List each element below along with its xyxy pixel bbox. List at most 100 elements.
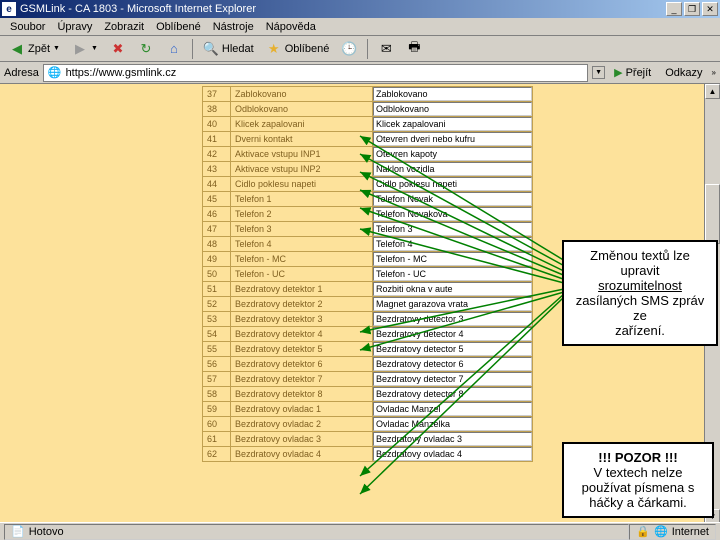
row-description: Bezdratovy ovladac 4 — [231, 447, 373, 462]
row-number: 40 — [203, 117, 231, 132]
row-input-cell: Bezdratovy detector 4 — [373, 327, 533, 342]
status-bar: 📄 Hotovo 🔒 🌐 Internet — [0, 522, 720, 540]
row-number: 57 — [203, 372, 231, 387]
text-input[interactable]: Rozbiti okna v aute — [373, 282, 532, 296]
text-input[interactable]: Odblokovano — [373, 102, 532, 116]
table-row: 46Telefon 2Telefon Novakova — [203, 207, 533, 222]
menu-soubor[interactable]: Soubor — [4, 20, 51, 34]
annotation-callout-2: !!! POZOR !!! V textech nelze používat p… — [562, 442, 714, 518]
row-input-cell: Cidlo poklesu napeti — [373, 177, 533, 192]
minimize-button[interactable]: _ — [666, 2, 682, 16]
text-input[interactable]: Telefon 4 — [373, 237, 532, 251]
globe-icon: 🌐 — [654, 525, 668, 538]
text-input[interactable]: Otevren dveri nebo kufru — [373, 132, 532, 146]
callout2-line1: V textech nelze — [574, 465, 702, 480]
row-number: 61 — [203, 432, 231, 447]
address-input[interactable]: 🌐 https://www.gsmlink.cz — [43, 64, 588, 82]
search-icon: 🔍 — [203, 41, 219, 57]
close-button[interactable]: ✕ — [702, 2, 718, 16]
text-input[interactable]: Cidlo poklesu napeti — [373, 177, 532, 191]
menu-oblibene[interactable]: Oblíbené — [150, 20, 207, 34]
row-input-cell: Klicek zapalovani — [373, 117, 533, 132]
maximize-button[interactable]: ❐ — [684, 2, 700, 16]
mail-button[interactable]: ✉ — [373, 39, 399, 59]
menu-nastroje[interactable]: Nástroje — [207, 20, 260, 34]
text-input[interactable]: Ovladac Manzel — [373, 402, 532, 416]
row-description: Bezdratovy detektor 3 — [231, 312, 373, 327]
address-dropdown[interactable]: ▼ — [592, 66, 605, 79]
row-input-cell: Bezdratovy detector 6 — [373, 357, 533, 372]
table-row: 60Bezdratovy ovladac 2Ovladac Manzelka — [203, 417, 533, 432]
search-button[interactable]: 🔍 Hledat — [198, 39, 259, 59]
table-row: 37ZablokovanoZablokovano — [203, 87, 533, 102]
back-button[interactable]: ◀ Zpět ▼ — [4, 39, 65, 59]
stop-button[interactable]: ✖ — [105, 39, 131, 59]
callout1-line3: zasílaných SMS zpráv ze — [574, 293, 706, 323]
text-input[interactable]: Telefon 3 — [373, 222, 532, 236]
home-button[interactable]: ⌂ — [161, 39, 187, 59]
table-row: 58Bezdratovy detektor 8Bezdratovy detect… — [203, 387, 533, 402]
table-row: 52Bezdratovy detektor 2Magnet garazova v… — [203, 297, 533, 312]
scroll-up-button[interactable]: ▲ — [705, 84, 720, 99]
table-row: 45Telefon 1Telefon Novak — [203, 192, 533, 207]
text-input[interactable]: Zablokovano — [373, 87, 532, 101]
row-input-cell: Bezdratovy ovladac 4 — [373, 447, 533, 462]
scroll-thumb[interactable] — [705, 184, 720, 244]
row-description: Telefon - MC — [231, 252, 373, 267]
row-number: 56 — [203, 357, 231, 372]
row-input-cell: Telefon Novakova — [373, 207, 533, 222]
row-description: Cidlo poklesu napeti — [231, 177, 373, 192]
table-row: 48Telefon 4Telefon 4 — [203, 237, 533, 252]
row-number: 45 — [203, 192, 231, 207]
table-row: 38OdblokovanoOdblokovano — [203, 102, 533, 117]
home-icon: ⌂ — [166, 41, 182, 57]
text-input[interactable]: Magnet garazova vrata — [373, 297, 532, 311]
forward-button[interactable]: ▶ ▼ — [67, 39, 103, 59]
text-input[interactable]: Bezdratovy detector 6 — [373, 357, 532, 371]
text-input[interactable]: Bezdratovy ovladac 3 — [373, 432, 532, 446]
row-description: Bezdratovy detektor 4 — [231, 327, 373, 342]
go-button[interactable]: ▶ Přejít — [609, 65, 656, 80]
links-button[interactable]: Odkazy — [660, 66, 707, 80]
print-button[interactable]: 🖶 — [401, 39, 427, 59]
row-input-cell: Magnet garazova vrata — [373, 297, 533, 312]
menu-napoveda[interactable]: Nápověda — [260, 20, 322, 34]
row-description: Zablokovano — [231, 87, 373, 102]
lock-icon: 🔒 — [636, 525, 650, 538]
history-button[interactable]: 🕒 — [336, 39, 362, 59]
row-number: 53 — [203, 312, 231, 327]
row-input-cell: Bezdratovy detector 5 — [373, 342, 533, 357]
refresh-icon: ↻ — [138, 41, 154, 57]
text-input[interactable]: Bezdratovy detector 3 — [373, 312, 532, 326]
left-column — [0, 84, 200, 524]
menu-zobrazit[interactable]: Zobrazit — [98, 20, 150, 34]
separator — [367, 39, 368, 59]
text-input[interactable]: Ovladac Manzelka — [373, 417, 532, 431]
text-input[interactable]: Bezdratovy detector 8 — [373, 387, 532, 401]
row-input-cell: Telefon - UC — [373, 267, 533, 282]
text-input[interactable]: Telefon - UC — [373, 267, 532, 281]
text-input[interactable]: Klicek zapalovani — [373, 117, 532, 131]
menu-upravy[interactable]: Úpravy — [51, 20, 98, 34]
row-number: 38 — [203, 102, 231, 117]
row-input-cell: Zablokovano — [373, 87, 533, 102]
refresh-button[interactable]: ↻ — [133, 39, 159, 59]
text-input[interactable]: Telefon Novak — [373, 192, 532, 206]
text-input[interactable]: Otevren kapoty — [373, 147, 532, 161]
text-input[interactable]: Bezdratovy ovladac 4 — [373, 447, 532, 461]
row-description: Bezdratovy ovladac 2 — [231, 417, 373, 432]
row-input-cell: Telefon 3 — [373, 222, 533, 237]
row-description: Telefon 4 — [231, 237, 373, 252]
text-input[interactable]: Bezdratovy detector 4 — [373, 327, 532, 341]
sms-texts-table: 37ZablokovanoZablokovano38OdblokovanoOdb… — [202, 86, 533, 462]
text-input[interactable]: Bezdratovy detector 5 — [373, 342, 532, 356]
text-input[interactable]: Telefon - MC — [373, 252, 532, 266]
table-row: 57Bezdratovy detektor 7Bezdratovy detect… — [203, 372, 533, 387]
toolbar: ◀ Zpět ▼ ▶ ▼ ✖ ↻ ⌂ 🔍 Hledat ★ Oblíbené 🕒… — [0, 36, 720, 62]
text-input[interactable]: Naklon vozidla — [373, 162, 532, 176]
table-row: 40Klicek zapalovaniKlicek zapalovani — [203, 117, 533, 132]
text-input[interactable]: Telefon Novakova — [373, 207, 532, 221]
text-input[interactable]: Bezdratovy detector 7 — [373, 372, 532, 386]
row-number: 44 — [203, 177, 231, 192]
favorites-button[interactable]: ★ Oblíbené — [261, 39, 335, 59]
